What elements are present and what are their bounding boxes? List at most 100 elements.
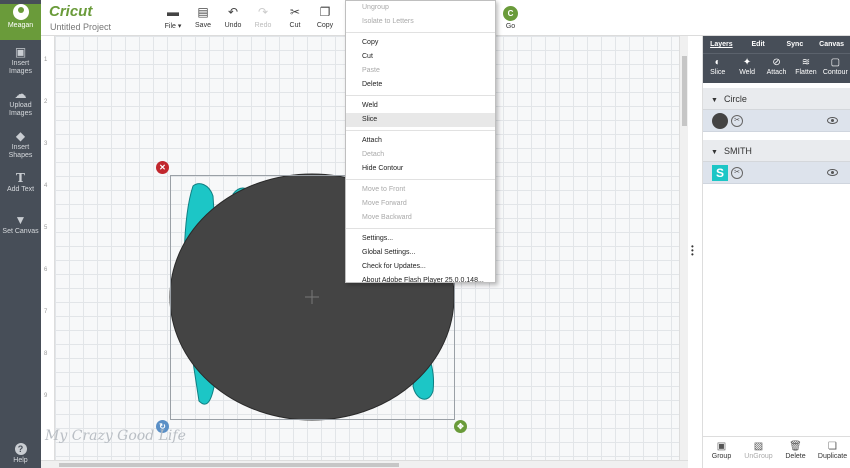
sidebar-add-text[interactable]: T Add Text [0, 166, 41, 208]
save-icon: ▤ [197, 5, 209, 19]
panel-tools: ◐ Slice ✦ Weld ⊘ Attach ≋ Flatten ▢ Contour [703, 53, 850, 83]
help-button[interactable]: ? Help [0, 443, 41, 464]
shirt-icon: ▼ [14, 213, 27, 227]
redo-button[interactable]: ↷ Redo [248, 5, 278, 29]
layer-group-smith[interactable]: ▼ SMITH [703, 140, 850, 162]
tab-layers[interactable]: Layers [703, 36, 740, 53]
shapes-icon: ◆ [15, 129, 26, 143]
menu-item-copy[interactable]: Copy [346, 36, 495, 50]
context-menu: Ungroup Isolate to Letters Copy Cut Paste Del… [345, 0, 496, 284]
slice-icon: ◐ [714, 57, 721, 68]
text-icon: T [16, 171, 25, 185]
panel-splitter-handle[interactable]: • • • [691, 243, 697, 259]
layers-panel: Layers Edit Sync Canvas ◐ Slice ✦ Weld ⊘ At… [702, 36, 850, 468]
collapse-icon: ▼ [711, 149, 718, 156]
menu-item-slice[interactable]: Slice [346, 113, 495, 127]
menu-separator [346, 130, 495, 131]
horizontal-scrollbar[interactable] [41, 460, 688, 468]
collapse-icon: ▼ [711, 97, 718, 104]
attach-icon: ⊘ [772, 57, 781, 68]
eye-icon[interactable] [827, 169, 838, 176]
copy-icon: ❐ [319, 5, 331, 19]
menu-item-settings[interactable]: Settings... [346, 232, 495, 246]
flatten-icon: ≋ [801, 57, 811, 68]
folder-icon: ▬ [167, 5, 179, 19]
layer-group-circle[interactable]: ▼ Circle [703, 88, 850, 110]
redo-icon: ↷ [257, 5, 269, 19]
duplicate-button[interactable]: ❏ Duplicate [814, 437, 850, 468]
menu-item-isolate-to-letters[interactable]: Isolate to Letters [346, 15, 495, 29]
weld-tool[interactable]: ✦ Weld [732, 54, 761, 83]
sidebar-insert-shapes[interactable]: ◆ Insert Shapes [0, 124, 41, 166]
menu-item-check-for-updates[interactable]: Check for Updates... [346, 260, 495, 274]
menu-separator [346, 95, 495, 96]
scissors-icon[interactable]: ✂ [731, 167, 743, 179]
help-icon: ? [14, 443, 27, 455]
contour-icon: ▢ [830, 57, 841, 68]
menu-item-hide-contour[interactable]: Hide Contour [346, 162, 495, 176]
go-icon: C [503, 6, 518, 21]
eye-icon[interactable] [827, 117, 838, 124]
sidebar-insert-images[interactable]: ▣ Insert Images [0, 40, 41, 82]
duplicate-icon: ❏ [828, 441, 837, 452]
tab-edit[interactable]: Edit [740, 36, 777, 53]
delete-handle[interactable]: ✕ [156, 161, 169, 174]
copy-button[interactable]: ❐ Copy [310, 5, 340, 29]
app-window: Meagan ▣ Insert Images ☁ Upload Images ◆ In… [0, 0, 850, 468]
user-menu[interactable]: Meagan [0, 4, 41, 40]
menu-separator [346, 179, 495, 180]
ungroup-icon: ▧ [753, 441, 764, 452]
tab-sync[interactable]: Sync [777, 36, 814, 53]
attach-tool[interactable]: ⊘ Attach [762, 54, 791, 83]
flatten-tool[interactable]: ≋ Flatten [791, 54, 820, 83]
scissors-icon[interactable]: ✂ [731, 115, 743, 127]
file-menu-button[interactable]: ▬ File ▾ [158, 5, 188, 30]
layer-row-smith[interactable]: S ✂ [703, 162, 850, 184]
undo-icon: ↶ [227, 5, 239, 19]
sidebar-upload-images[interactable]: ☁ Upload Images [0, 82, 41, 124]
menu-item-about-adobe-flash-player-25-0-0-148[interactable]: About Adobe Flash Player 25.0.0.148... [346, 274, 495, 288]
smith-thumbnail: S [712, 165, 728, 181]
menu-separator [346, 228, 495, 229]
menu-item-move-backward[interactable]: Move Backward [346, 211, 495, 225]
menu-item-move-to-front[interactable]: Move to Front [346, 183, 495, 197]
upload-icon: ☁ [14, 87, 27, 101]
menu-item-paste[interactable]: Paste [346, 64, 495, 78]
avatar-icon [12, 4, 29, 20]
menu-item-global-settings[interactable]: Global Settings... [346, 246, 495, 260]
group-button[interactable]: ▣ Group [703, 437, 740, 468]
go-button[interactable]: C Go [503, 6, 518, 30]
cricut-logo: Cricut [49, 3, 93, 20]
layer-row-circle[interactable]: ✂ [703, 110, 850, 132]
delete-button[interactable]: 🗑 Delete [777, 437, 814, 468]
save-button[interactable]: ▤ Save [188, 5, 218, 29]
scale-handle[interactable]: ✥ [454, 420, 467, 433]
circle-thumbnail [712, 113, 728, 129]
menu-item-attach[interactable]: Attach [346, 134, 495, 148]
panel-bottom-actions: ▣ Group ▧ UnGroup 🗑 Delete ❏ Duplicate [703, 436, 850, 468]
watermark: My Crazy Good Life [45, 428, 186, 444]
left-sidebar: Meagan ▣ Insert Images ☁ Upload Images ◆ In… [0, 0, 41, 468]
cut-button[interactable]: ✂ Cut [280, 5, 310, 29]
group-icon: ▣ [716, 441, 727, 452]
tab-canvas[interactable]: Canvas [813, 36, 850, 53]
image-icon: ▣ [14, 45, 27, 59]
cut-icon: ✂ [289, 5, 301, 19]
menu-item-delete[interactable]: Delete [346, 78, 495, 92]
menu-item-cut[interactable]: Cut [346, 50, 495, 64]
slice-tool[interactable]: ◐ Slice [703, 54, 732, 83]
menu-item-ungroup[interactable]: Ungroup [346, 1, 495, 15]
ungroup-button[interactable]: ▧ UnGroup [740, 437, 777, 468]
trash-icon: 🗑 [789, 441, 802, 452]
contour-tool[interactable]: ▢ Contour [821, 54, 850, 83]
menu-separator [346, 32, 495, 33]
menu-item-weld[interactable]: Weld [346, 99, 495, 113]
user-name: Meagan [7, 22, 34, 29]
sidebar-set-canvas[interactable]: ▼ Set Canvas [0, 208, 41, 250]
weld-icon: ✦ [742, 57, 752, 68]
menu-item-move-forward[interactable]: Move Forward [346, 197, 495, 211]
project-title[interactable]: Untitled Project [50, 22, 111, 32]
vertical-scrollbar[interactable] [679, 36, 688, 460]
undo-button[interactable]: ↶ Undo [218, 5, 248, 29]
menu-item-detach[interactable]: Detach [346, 148, 495, 162]
